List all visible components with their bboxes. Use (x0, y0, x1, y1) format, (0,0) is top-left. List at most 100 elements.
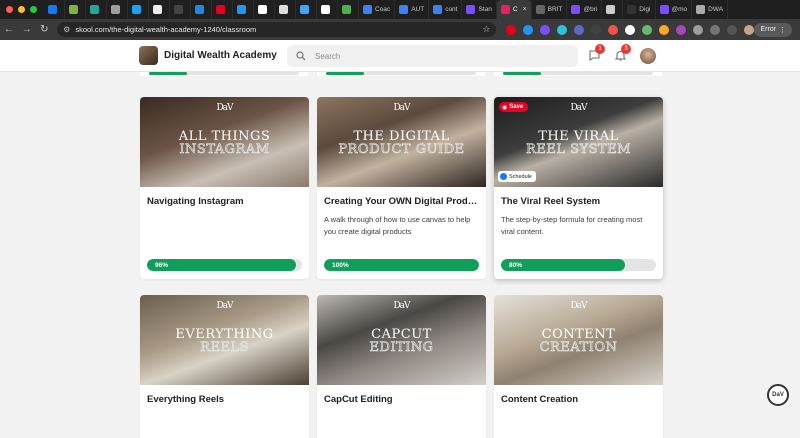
extension-icon[interactable] (676, 24, 687, 35)
address-bar[interactable]: ⚙ skool.com/the-digital-wealth-academy-1… (57, 22, 497, 37)
browser-tab[interactable]: Digi (623, 0, 656, 19)
tab-favicon-icon (627, 5, 637, 14)
browser-tab[interactable]: DWA (692, 0, 729, 19)
browser-tab[interactable] (296, 0, 317, 19)
browser-tab[interactable] (317, 0, 338, 19)
extension-icon[interactable] (557, 24, 568, 35)
tab-favicon-icon (433, 5, 443, 14)
browser-tab[interactable] (191, 0, 212, 19)
url-text: skool.com/the-digital-wealth-academy-124… (75, 25, 257, 34)
course-description: A walk through of how to use canvas to h… (324, 215, 471, 236)
browser-tab[interactable] (128, 0, 149, 19)
community-switcher[interactable]: Digital Wealth Academy ▲▼ (139, 46, 305, 65)
pinterest-icon: ◉ (502, 104, 508, 111)
thumbnail-title-line-2: PRODUCT GUIDE (338, 142, 465, 157)
pinterest-save-button[interactable]: ◉ Save (499, 102, 529, 112)
browser-tab[interactable]: C × (496, 0, 532, 19)
thumbnail-title-line-2: REEL SYSTEM (526, 142, 631, 157)
tab-favicon-icon (195, 5, 204, 14)
browser-tab[interactable] (338, 0, 359, 19)
browser-tab[interactable]: cont (429, 0, 463, 19)
course-card-partial[interactable] (494, 72, 662, 76)
extension-icon[interactable] (659, 24, 670, 35)
sidebar-icon[interactable] (710, 24, 721, 35)
schedule-button[interactable]: Schedule (498, 171, 536, 182)
brand-monogram: DaV (570, 301, 587, 311)
schedule-icon (500, 173, 507, 180)
profile-icon[interactable] (744, 24, 755, 35)
notifications-button[interactable]: 3 (614, 44, 631, 63)
chat-button[interactable]: 1 (588, 44, 605, 63)
tab-title: @mo (671, 6, 688, 13)
back-arrow-icon[interactable]: ← (0, 24, 18, 35)
browser-tab[interactable] (254, 0, 275, 19)
browser-tab[interactable] (602, 0, 624, 19)
extension-icon[interactable] (591, 24, 602, 35)
close-tab-icon[interactable]: × (523, 6, 527, 13)
puzzle-icon[interactable] (693, 24, 704, 35)
course-card[interactable]: DaV ALL THINGS INSTAGRAM Navigating Inst… (140, 97, 309, 279)
minimize-window-button[interactable] (18, 6, 25, 13)
search-input[interactable]: Search (287, 45, 578, 67)
tab-title: cont (445, 6, 458, 13)
course-progress-bar: 100% (324, 259, 479, 271)
course-card[interactable]: DaV THE VIRAL REEL SYSTEM ◉ Save Schedul… (494, 97, 663, 279)
browser-tab[interactable] (233, 0, 254, 19)
extension-icon[interactable] (523, 24, 534, 35)
pinterest-extension-icon[interactable] (506, 24, 517, 35)
browser-tab[interactable] (86, 0, 107, 19)
tab-favicon-icon (659, 5, 669, 14)
tab-favicon-icon (571, 5, 581, 14)
browser-tab[interactable] (65, 0, 86, 19)
schedule-label: Schedule (509, 173, 532, 180)
extension-icon[interactable] (642, 24, 653, 35)
course-title: Creating Your OWN Digital Produc... (324, 196, 480, 207)
course-progress-bar: 96% (147, 259, 302, 271)
tab-favicon-icon (342, 5, 351, 14)
course-title: Everything Reels (147, 394, 225, 405)
course-card[interactable]: DaV CONTENT CREATION Content Creation (494, 295, 663, 438)
browser-tab[interactable] (212, 0, 233, 19)
kebab-menu-icon: ⋮ (779, 26, 786, 34)
course-card-partial[interactable] (140, 72, 308, 76)
tab-title: Digi (639, 6, 651, 13)
close-window-button[interactable] (6, 6, 13, 13)
browser-tab[interactable] (275, 0, 296, 19)
browser-tab[interactable]: Stan (462, 0, 497, 19)
progress-label: 80% (509, 261, 523, 269)
browser-tab[interactable]: BRIT (532, 0, 568, 19)
extension-icon[interactable] (574, 24, 585, 35)
progress-fill: 80% (501, 259, 625, 271)
browser-tab[interactable]: @mo (656, 0, 693, 19)
course-card[interactable]: DaV EVERYTHING REELS Everything Reels (140, 295, 309, 438)
browser-tab[interactable] (149, 0, 170, 19)
extension-icon[interactable] (540, 24, 551, 35)
community-name: Digital Wealth Academy (164, 50, 277, 61)
browser-tab[interactable]: AUT (395, 0, 430, 19)
extension-icon[interactable] (608, 24, 619, 35)
tab-favicon-icon (399, 5, 409, 14)
browser-tab[interactable] (107, 0, 128, 19)
site-info-icon[interactable]: ⚙ (63, 25, 70, 34)
floating-widget-logo[interactable]: DaV (767, 384, 789, 406)
browser-tab[interactable]: @bri (567, 0, 603, 19)
course-card[interactable]: DaV CAPCUT EDITING CapCut Editing (317, 295, 486, 438)
browser-tab[interactable] (44, 0, 65, 19)
bookmark-star-icon[interactable]: ☆ (482, 24, 490, 35)
tab-favicon-icon (500, 5, 510, 14)
browser-tab[interactable]: Coac (359, 0, 396, 19)
course-card-partial[interactable] (317, 72, 485, 76)
tab-favicon-icon (69, 5, 78, 14)
tab-favicon-icon (606, 5, 616, 14)
download-icon[interactable] (727, 24, 738, 35)
browser-error-button[interactable]: Error ⋮ (754, 22, 792, 37)
extension-icon[interactable] (625, 24, 636, 35)
forward-arrow-icon[interactable]: → (18, 24, 36, 35)
user-avatar[interactable] (640, 48, 656, 64)
progress-label: 96% (155, 261, 169, 269)
course-card[interactable]: DaV THE DIGITAL PRODUCT GUIDE Creating Y… (317, 97, 486, 279)
zoom-window-button[interactable] (30, 6, 37, 13)
course-title: Content Creation (501, 394, 579, 405)
reload-icon[interactable]: ↻ (35, 24, 53, 35)
browser-tab[interactable] (170, 0, 191, 19)
